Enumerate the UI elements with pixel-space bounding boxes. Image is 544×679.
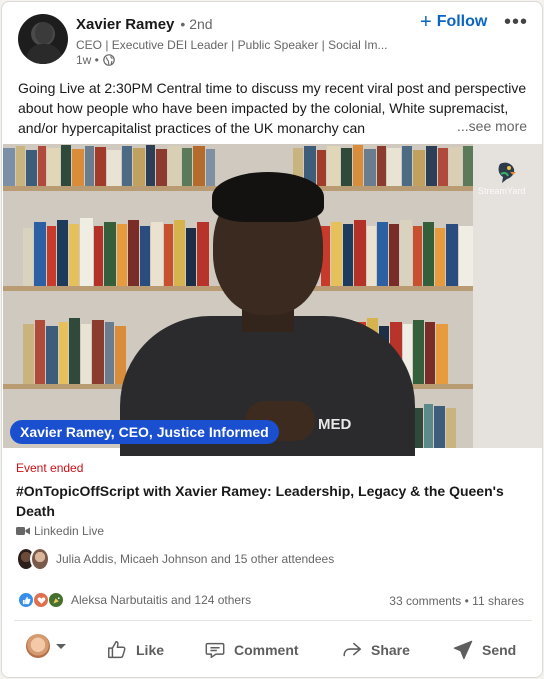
comment-label: Comment [234, 642, 299, 658]
post-meta: 1w • [76, 53, 115, 67]
attendees-row[interactable]: Julia Addis, Micaeh Johnson and 15 other… [16, 547, 334, 571]
send-button[interactable]: Send [452, 630, 516, 670]
post-actions-bar: Like Comment Share Send [2, 630, 542, 670]
follow-label: Follow [436, 13, 488, 30]
event-status: Event ended [16, 461, 84, 475]
bookshelf-bottom-right [413, 402, 457, 448]
comment-icon [205, 642, 225, 659]
like-button[interactable]: Like [106, 630, 164, 670]
shirt-text: MED [318, 416, 352, 433]
like-icon [18, 592, 34, 608]
send-icon [453, 640, 473, 660]
divider [14, 620, 532, 621]
attendee-avatar [30, 547, 50, 571]
share-label: Share [371, 642, 410, 658]
comment-button[interactable]: Comment [204, 630, 299, 670]
bookshelf-top-right [293, 144, 486, 186]
feed-post-card: Xavier Ramey • 2nd CEO | Executive DEI L… [1, 1, 543, 678]
bookshelf-top [3, 144, 216, 186]
attendee-avatars [16, 547, 50, 571]
event-type: Linkedin Live [34, 524, 105, 538]
attendees-text: Julia Addis, Micaeh Johnson and 15 other… [56, 552, 335, 566]
presenter-hair [212, 172, 324, 222]
reactions-text: Aleksa Narbutaitis and 124 others [71, 593, 252, 607]
reactions-summary[interactable]: Aleksa Narbutaitis and 124 others [18, 592, 251, 608]
event-type-row: Linkedin Live [16, 524, 104, 538]
streamyard-logo-icon [498, 162, 516, 183]
video-camera-icon [16, 527, 30, 535]
post-time: 1w • [76, 53, 99, 67]
author-headline: CEO | Executive DEI Leader | Public Spea… [76, 38, 388, 52]
share-arrow-icon [343, 642, 362, 657]
author-name-row: Xavier Ramey • 2nd [76, 16, 213, 33]
see-more-link[interactable]: ...see more [450, 118, 528, 134]
plus-icon: + [420, 11, 432, 33]
author-avatar[interactable] [18, 14, 68, 64]
bookshelf-middle [23, 214, 210, 286]
streamyard-watermark: StreamYard [478, 186, 526, 196]
video-name-tag: Xavier Ramey, CEO, Justice Informed [10, 420, 279, 444]
love-icon [33, 592, 49, 608]
bookshelf-lower [23, 312, 127, 384]
comments-shares-count[interactable]: 33 comments • 11 shares [389, 594, 524, 608]
send-label: Send [482, 642, 517, 658]
bookshelf-middle-right [321, 214, 474, 286]
event-title[interactable]: #OnTopicOffScript with Xavier Ramey: Lea… [16, 481, 516, 521]
thumbs-up-icon [108, 641, 126, 659]
connection-degree: • 2nd [180, 16, 213, 32]
celebrate-icon [48, 592, 64, 608]
share-button[interactable]: Share [341, 630, 410, 670]
author-name[interactable]: Xavier Ramey [76, 16, 174, 33]
more-options-icon[interactable]: ••• [504, 11, 528, 34]
follow-button[interactable]: + Follow [420, 11, 488, 33]
globe-icon [103, 54, 115, 66]
like-label: Like [136, 642, 165, 658]
